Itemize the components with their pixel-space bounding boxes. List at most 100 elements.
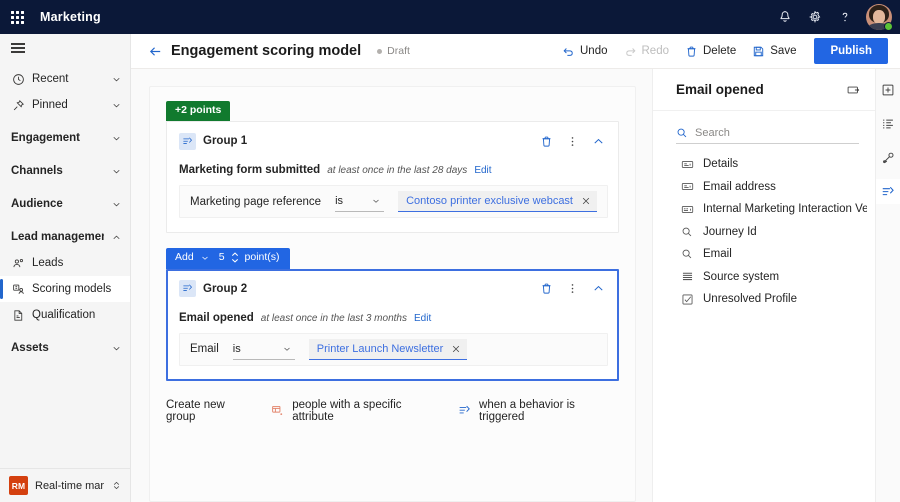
text-field-icon <box>680 157 694 171</box>
key-attributes-icon[interactable] <box>876 145 900 170</box>
list-item[interactable]: Details <box>680 153 867 176</box>
sidebar-item-scoring-models[interactable]: Scoring models <box>0 276 130 302</box>
properties-panel-header: Email opened <box>653 69 875 111</box>
create-new-group-label: Create new group <box>166 398 225 423</box>
sidebar-item-leads[interactable]: Leads <box>0 250 130 276</box>
scoring-canvas-panel: +2 points Group 1 Marketing form submitt… <box>149 86 636 502</box>
sidebar: Recent Pinned Engagement Channels Audien… <box>0 34 131 502</box>
list-item[interactable]: Internal Marketing Interaction Version <box>680 198 867 221</box>
scoring-group-1: +2 points Group 1 Marketing form submitt… <box>166 100 619 234</box>
sidebar-item-recent[interactable]: Recent <box>0 66 130 92</box>
clear-x-icon[interactable] <box>581 196 591 206</box>
qualification-icon <box>11 308 25 322</box>
sidebar-item-assets[interactable]: Assets <box>0 335 130 361</box>
chevron-up-icon <box>111 232 122 243</box>
redo-button[interactable]: Redo <box>616 37 678 65</box>
sidebar-item-label: Lead management <box>11 231 104 243</box>
detach-panel-icon[interactable] <box>847 83 861 97</box>
more-options-icon[interactable] <box>566 282 579 295</box>
sidebar-divider <box>0 217 130 224</box>
save-button[interactable]: Save <box>744 37 804 65</box>
sidebar-item-lead-management[interactable]: Lead management <box>0 224 130 250</box>
condition-qualifier: at least once in the last 28 days <box>327 165 468 177</box>
sidebar-item-channels[interactable]: Channels <box>0 158 130 184</box>
add-points-badge[interactable]: Add 5 point(s) <box>166 248 290 269</box>
publish-button[interactable]: Publish <box>814 38 888 64</box>
leads-icon <box>11 256 25 270</box>
redo-label: Redo <box>641 45 670 57</box>
properties-panel-title: Email opened <box>676 82 764 97</box>
chevron-down-icon <box>111 74 122 85</box>
list-item[interactable]: Journey Id <box>680 221 867 244</box>
delete-icon <box>685 45 698 58</box>
app-launcher-icon[interactable] <box>0 0 34 34</box>
search-box[interactable] <box>676 122 859 144</box>
filter-value-token[interactable]: Printer Launch Newsletter <box>308 338 468 360</box>
sidebar-divider <box>0 118 130 125</box>
sidebar-item-qualification[interactable]: Qualification <box>0 302 130 328</box>
list-item[interactable]: Unresolved Profile <box>680 288 867 311</box>
delete-icon[interactable] <box>540 135 553 148</box>
delete-button[interactable]: Delete <box>677 37 744 65</box>
settings-gear-icon[interactable] <box>800 0 830 34</box>
sidebar-items: Recent Pinned Engagement Channels Audien… <box>0 62 130 468</box>
filter-operator-value: is <box>232 342 241 355</box>
help-question-icon[interactable] <box>830 0 860 34</box>
more-options-icon[interactable] <box>566 135 579 148</box>
redo-icon <box>624 45 637 58</box>
scoring-group-2: Add 5 point(s) Group 2 Email opened at l… <box>166 247 619 381</box>
chevron-down-icon <box>111 199 122 210</box>
group-card[interactable]: Group 2 Email opened at least once in th… <box>166 268 619 381</box>
behavior-trigger-icon <box>179 280 196 298</box>
group-title: Group 1 <box>203 135 248 148</box>
list-item-label: Internal Marketing Interaction Version <box>703 203 867 216</box>
lookup-icon <box>680 225 694 239</box>
condition-qualifier: at least once in the last 3 months <box>260 312 407 324</box>
checkbox-icon <box>680 292 694 306</box>
filter-operator-select[interactable]: is <box>335 191 385 213</box>
list-item[interactable]: Source system <box>680 266 867 289</box>
hamburger-menu-icon[interactable] <box>0 34 130 62</box>
sidebar-item-engagement[interactable]: Engagement <box>0 125 130 151</box>
filter-value-text: Contoso printer exclusive webcast <box>406 195 573 208</box>
top-bar-actions <box>770 0 900 34</box>
points-stepper[interactable] <box>231 252 239 264</box>
filter-label: Email <box>190 343 219 356</box>
sidebar-item-audience[interactable]: Audience <box>0 191 130 217</box>
group-condition: Email opened at least once in the last 3… <box>179 312 608 324</box>
sidebar-item-label: Pinned <box>32 99 68 111</box>
search-input[interactable] <box>695 126 859 139</box>
collapse-chevron-icon[interactable] <box>592 282 605 295</box>
condition-edit-link[interactable]: Edit <box>414 313 431 324</box>
clear-x-icon[interactable] <box>451 344 461 354</box>
points-value[interactable]: 5 <box>219 251 225 265</box>
behavior-trigger-icon[interactable] <box>875 179 900 204</box>
avatar[interactable] <box>866 4 893 31</box>
sidebar-item-pinned[interactable]: Pinned <box>0 92 130 118</box>
back-arrow-icon[interactable] <box>145 41 165 61</box>
properties-list-icon[interactable] <box>876 111 900 136</box>
undo-button[interactable]: Undo <box>554 37 616 65</box>
sidebar-item-label: Assets <box>11 342 49 354</box>
chevron-down-icon[interactable] <box>200 253 210 263</box>
create-group-behavior-option[interactable]: when a behavior is triggered <box>457 399 619 423</box>
condition-edit-link[interactable]: Edit <box>474 165 491 176</box>
filter-operator-select[interactable]: is <box>232 339 295 360</box>
undo-label: Undo <box>580 45 608 57</box>
delete-icon[interactable] <box>540 282 553 295</box>
list-item[interactable]: Email address <box>680 176 867 199</box>
list-item[interactable]: Email <box>680 243 867 266</box>
app-switcher[interactable]: RM Real-time marketi... <box>0 468 130 502</box>
list-item-label: Email <box>703 248 732 261</box>
notification-bell-icon[interactable] <box>770 0 800 34</box>
points-badge[interactable]: +2 points <box>166 101 231 122</box>
presence-indicator <box>884 22 893 31</box>
command-bar-actions: Undo Redo Delete Save Publish <box>554 37 888 65</box>
sidebar-item-label: Scoring models <box>32 283 112 295</box>
add-box-icon[interactable] <box>876 77 900 102</box>
scoring-icon <box>11 282 25 296</box>
filter-value-token[interactable]: Contoso printer exclusive webcast <box>398 191 597 213</box>
create-group-attribute-option[interactable]: people with a specific attribute <box>271 399 442 423</box>
group-card[interactable]: Group 1 Marketing form submitted at leas… <box>166 121 619 234</box>
collapse-chevron-icon[interactable] <box>592 135 605 148</box>
